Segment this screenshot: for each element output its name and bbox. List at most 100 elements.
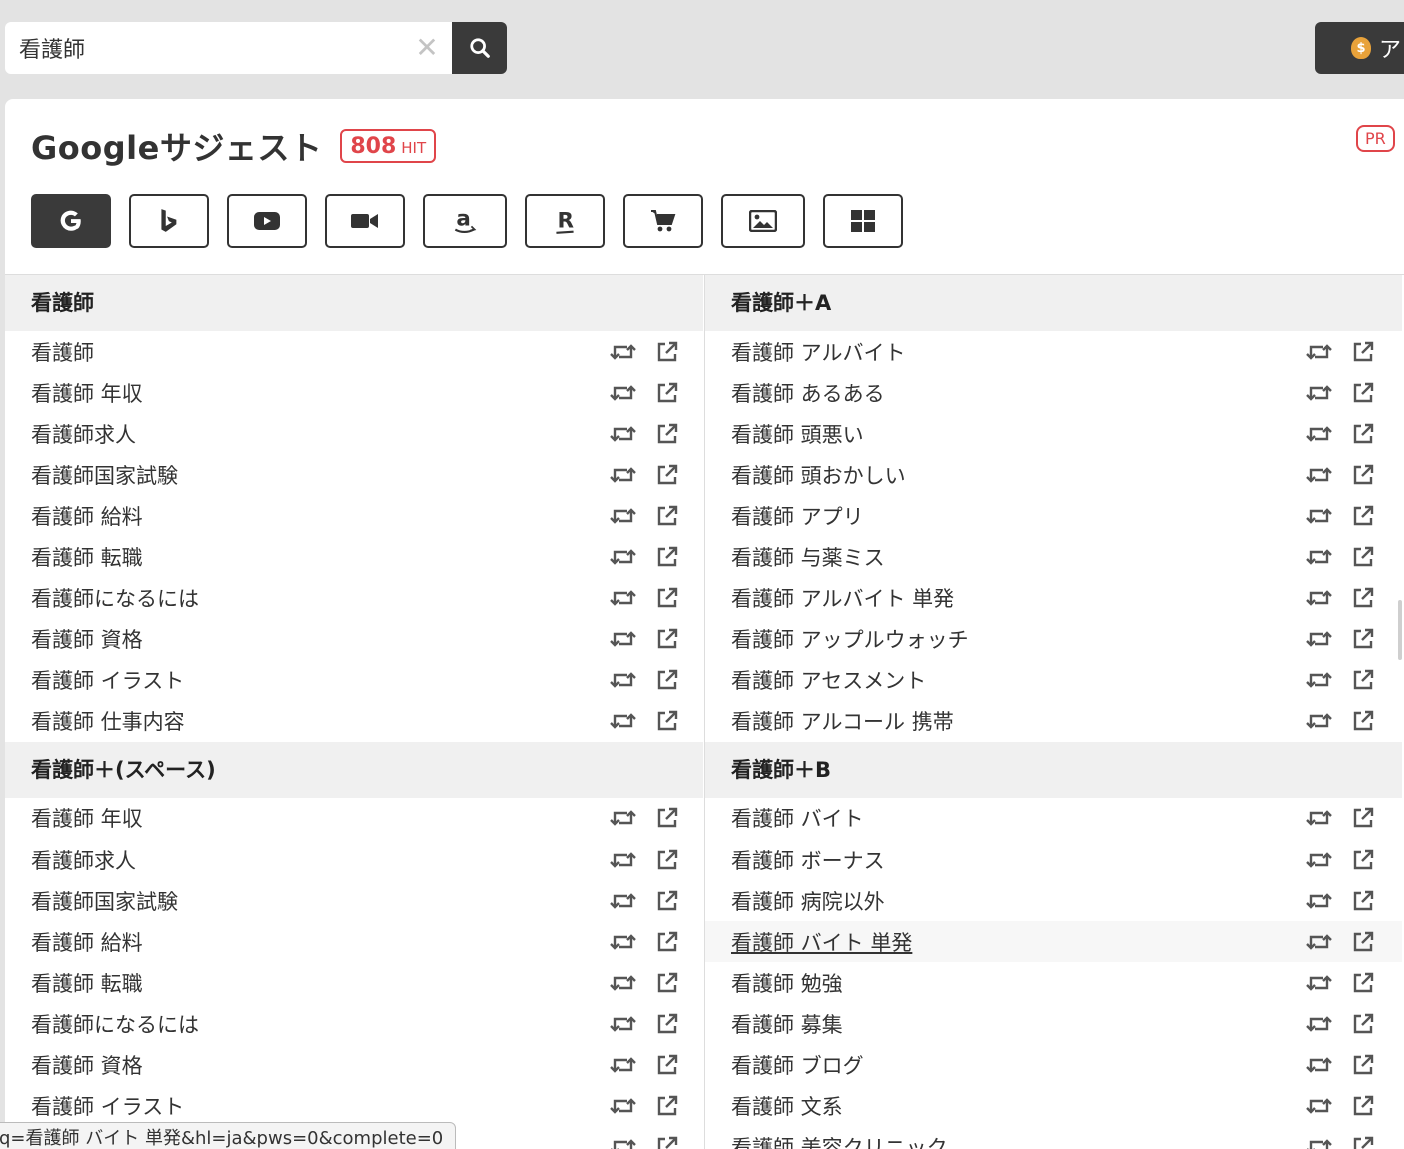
external-link-icon[interactable] — [1349, 1094, 1377, 1118]
clear-icon[interactable]: ✕ — [413, 34, 441, 62]
engine-youtube-button[interactable] — [227, 194, 307, 248]
external-link-icon[interactable] — [653, 586, 681, 610]
external-link-icon[interactable] — [653, 668, 681, 692]
suggest-keyword[interactable]: 看護師になるには — [31, 583, 703, 613]
suggest-keyword[interactable]: 看護師 イラスト — [31, 665, 703, 695]
repeat-search-icon[interactable] — [609, 504, 637, 528]
repeat-search-icon[interactable] — [1305, 627, 1333, 651]
repeat-search-icon[interactable] — [609, 971, 637, 995]
external-link-icon[interactable] — [1349, 504, 1377, 528]
engine-rakuten-button[interactable]: R — [525, 194, 605, 248]
suggest-keyword[interactable]: 看護師 アセスメント — [731, 665, 1402, 695]
suggest-keyword[interactable]: 看護師 ボーナス — [731, 845, 1402, 875]
external-link-icon[interactable] — [653, 340, 681, 364]
scrollbar[interactable] — [1398, 600, 1402, 660]
repeat-search-icon[interactable] — [1305, 806, 1333, 830]
suggest-keyword[interactable]: 看護師国家試験 — [31, 460, 703, 490]
external-link-icon[interactable] — [653, 1053, 681, 1077]
search-input[interactable] — [5, 22, 452, 74]
search-button[interactable] — [452, 22, 507, 74]
repeat-search-icon[interactable] — [1305, 668, 1333, 692]
repeat-search-icon[interactable] — [1305, 381, 1333, 405]
repeat-search-icon[interactable] — [609, 668, 637, 692]
external-link-icon[interactable] — [1349, 1012, 1377, 1036]
repeat-search-icon[interactable] — [609, 806, 637, 830]
suggest-keyword[interactable]: 看護師 ブログ — [731, 1050, 1402, 1080]
suggest-keyword[interactable]: 看護師 病院以外 — [731, 886, 1402, 916]
engine-google-button[interactable] — [31, 194, 111, 248]
suggest-keyword[interactable]: 看護師 イラスト — [31, 1091, 703, 1121]
external-link-icon[interactable] — [653, 806, 681, 830]
repeat-search-icon[interactable] — [1305, 1053, 1333, 1077]
repeat-search-icon[interactable] — [609, 463, 637, 487]
external-link-icon[interactable] — [653, 709, 681, 733]
external-link-icon[interactable] — [1349, 422, 1377, 446]
repeat-search-icon[interactable] — [609, 930, 637, 954]
external-link-icon[interactable] — [1349, 889, 1377, 913]
suggest-keyword[interactable]: 看護師 給料 — [31, 927, 703, 957]
external-link-icon[interactable] — [653, 545, 681, 569]
external-link-icon[interactable] — [653, 381, 681, 405]
external-link-icon[interactable] — [653, 1135, 681, 1149]
suggest-keyword[interactable]: 看護師 年収 — [31, 378, 703, 408]
external-link-icon[interactable] — [653, 422, 681, 446]
external-link-icon[interactable] — [653, 848, 681, 872]
external-link-icon[interactable] — [1349, 627, 1377, 651]
external-link-icon[interactable] — [1349, 806, 1377, 830]
external-link-icon[interactable] — [653, 971, 681, 995]
suggest-keyword[interactable]: 看護師 仕事内容 — [31, 706, 703, 736]
repeat-search-icon[interactable] — [609, 586, 637, 610]
external-link-icon[interactable] — [653, 889, 681, 913]
external-link-icon[interactable] — [1349, 709, 1377, 733]
external-link-icon[interactable] — [1349, 586, 1377, 610]
repeat-search-icon[interactable] — [609, 422, 637, 446]
repeat-search-icon[interactable] — [609, 889, 637, 913]
external-link-icon[interactable] — [653, 627, 681, 651]
external-link-icon[interactable] — [1349, 381, 1377, 405]
repeat-search-icon[interactable] — [609, 848, 637, 872]
repeat-search-icon[interactable] — [609, 627, 637, 651]
external-link-icon[interactable] — [1349, 1053, 1377, 1077]
suggest-keyword[interactable]: 看護師 あるある — [731, 378, 1402, 408]
pr-badge[interactable]: PR — [1356, 125, 1395, 152]
suggest-keyword[interactable]: 看護師 バイト 単発 — [731, 927, 1402, 957]
external-link-icon[interactable] — [1349, 545, 1377, 569]
suggest-keyword[interactable]: 看護師 アルバイト — [731, 337, 1402, 367]
suggest-keyword[interactable]: 看護師 アルコール 携帯 — [731, 706, 1402, 736]
suggest-keyword[interactable]: 看護師になるには — [31, 1009, 703, 1039]
suggest-keyword[interactable]: 看護師 — [31, 337, 703, 367]
suggest-keyword[interactable]: 看護師 資格 — [31, 1050, 703, 1080]
repeat-search-icon[interactable] — [609, 1094, 637, 1118]
engine-shopping-button[interactable] — [623, 194, 703, 248]
suggest-keyword[interactable]: 看護師 年収 — [31, 803, 703, 833]
suggest-keyword[interactable]: 看護師 バイト — [731, 803, 1402, 833]
engine-image-button[interactable] — [721, 194, 805, 248]
external-link-icon[interactable] — [1349, 668, 1377, 692]
suggest-keyword[interactable]: 看護師 資格 — [31, 624, 703, 654]
suggest-keyword[interactable]: 看護師 頭おかしい — [731, 460, 1402, 490]
repeat-search-icon[interactable] — [609, 1012, 637, 1036]
suggest-keyword[interactable]: 看護師 アップルウォッチ — [731, 624, 1402, 654]
repeat-search-icon[interactable] — [609, 381, 637, 405]
repeat-search-icon[interactable] — [1305, 340, 1333, 364]
repeat-search-icon[interactable] — [1305, 930, 1333, 954]
repeat-search-icon[interactable] — [1305, 1012, 1333, 1036]
external-link-icon[interactable] — [1349, 1135, 1377, 1149]
engine-amazon-button[interactable]: a — [423, 194, 507, 248]
repeat-search-icon[interactable] — [609, 709, 637, 733]
engine-bing-button[interactable] — [129, 194, 209, 248]
suggest-keyword[interactable]: 看護師求人 — [31, 845, 703, 875]
external-link-icon[interactable] — [653, 930, 681, 954]
suggest-keyword[interactable]: 看護師 美容クリニック — [731, 1132, 1402, 1149]
repeat-search-icon[interactable] — [609, 1135, 637, 1149]
suggest-keyword[interactable]: 看護師 転職 — [31, 542, 703, 572]
engine-video-button[interactable] — [325, 194, 405, 248]
suggest-keyword[interactable]: 看護師国家試験 — [31, 886, 703, 916]
repeat-search-icon[interactable] — [1305, 848, 1333, 872]
repeat-search-icon[interactable] — [1305, 545, 1333, 569]
external-link-icon[interactable] — [1349, 463, 1377, 487]
repeat-search-icon[interactable] — [1305, 463, 1333, 487]
repeat-search-icon[interactable] — [1305, 1094, 1333, 1118]
external-link-icon[interactable] — [653, 1094, 681, 1118]
external-link-icon[interactable] — [1349, 340, 1377, 364]
